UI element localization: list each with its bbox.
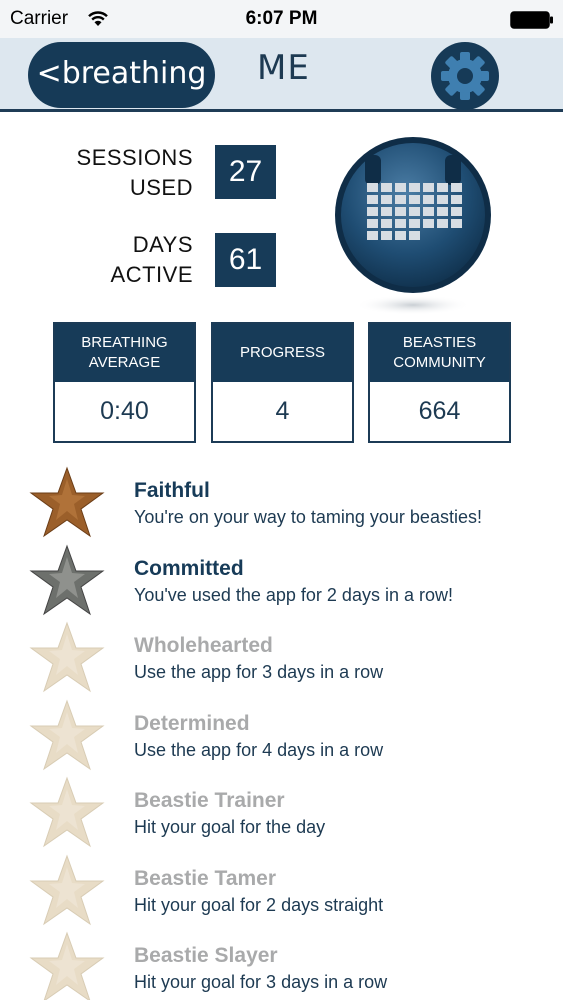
card-header: BREATHING AVERAGE bbox=[55, 324, 194, 382]
breathing-average-value: 0:40 bbox=[100, 397, 149, 425]
achievement-title: Beastie Slayer bbox=[134, 944, 278, 967]
bronze-star-icon bbox=[29, 466, 105, 538]
back-button[interactable]: <breathing bbox=[28, 42, 215, 108]
achievement-item: Beastie Slayer Hit your goal for 3 days i… bbox=[0, 930, 563, 1000]
silver-star-icon bbox=[29, 544, 105, 615]
faded-star-icon bbox=[29, 699, 105, 770]
faded-star-icon bbox=[29, 854, 105, 925]
achievement-description: Hit your goal for the day bbox=[134, 817, 326, 837]
days-active-value: 61 bbox=[215, 233, 276, 287]
sessions-used-label: SESSIONS USED bbox=[60, 143, 193, 203]
calendar-icon[interactable] bbox=[330, 135, 500, 320]
achievement-title: Wholehearted bbox=[134, 634, 273, 657]
days-active-label: DAYS ACTIVE bbox=[60, 230, 193, 290]
sessions-used-value: 27 bbox=[215, 145, 276, 199]
achievement-description: Hit your goal for 3 days in a row bbox=[134, 972, 388, 992]
beasties-community-card: BEASTIES COMMUNITY 664 bbox=[368, 322, 511, 443]
beasties-community-value: 664 bbox=[418, 397, 461, 425]
sessions-label-line-2: USED bbox=[129, 175, 193, 200]
status-time: 6:07 PM bbox=[245, 8, 318, 29]
achievement-description: You're on your way to taming your beasti… bbox=[134, 507, 482, 527]
days-label-line-2: ACTIVE bbox=[110, 262, 193, 287]
faded-star-icon bbox=[29, 776, 105, 848]
card-header-line-1: PROGRESS bbox=[239, 344, 326, 361]
achievement-item: Beastie Trainer Hit your goal for the day bbox=[0, 775, 563, 853]
faded-star-icon bbox=[29, 931, 105, 1000]
achievement-item: Beastie Tamer Hit your goal for 2 days st… bbox=[0, 853, 563, 931]
battery-icon bbox=[510, 11, 553, 29]
status-bar: Carrier 6:07 PM bbox=[0, 0, 563, 38]
faded-star-icon bbox=[29, 621, 105, 693]
days-label-line-1: DAYS bbox=[132, 232, 193, 257]
card-header-line-2: COMMUNITY bbox=[393, 354, 486, 371]
sessions-label-line-1: SESSIONS bbox=[76, 145, 193, 170]
achievement-description: Hit your goal for 2 days straight bbox=[134, 894, 384, 915]
achievement-item: Determined Use the app for 4 days in a ro… bbox=[0, 698, 563, 776]
achievement-item: Faithful You're on your way to taming you… bbox=[0, 465, 563, 543]
progress-value: 4 bbox=[275, 397, 290, 425]
page-title: ME bbox=[257, 48, 310, 88]
achievement-title: Beastie Tamer bbox=[134, 866, 277, 890]
breathing-average-card: BREATHING AVERAGE 0:40 bbox=[53, 322, 196, 443]
achievement-item: Committed You've used the app for 2 days … bbox=[0, 543, 563, 621]
progress-card: PROGRESS 4 bbox=[211, 322, 354, 443]
achievement-description: You've used the app for 2 days in a row! bbox=[134, 584, 453, 605]
achievement-title: Determined bbox=[134, 711, 250, 735]
achievement-description: Use the app for 4 days in a row bbox=[134, 739, 384, 760]
navigation-bar: <breathing ME bbox=[0, 38, 563, 112]
achievement-description: Use the app for 3 days in a row bbox=[134, 662, 384, 682]
card-header-line-1: BEASTIES bbox=[402, 334, 477, 351]
achievement-title: Faithful bbox=[134, 479, 210, 502]
card-header-line-1: BREATHING bbox=[81, 334, 168, 351]
card-header-line-2: AVERAGE bbox=[88, 354, 161, 371]
card-header: PROGRESS bbox=[213, 324, 352, 382]
card-header: BEASTIES COMMUNITY bbox=[370, 324, 509, 382]
achievement-item: Wholehearted Use the app for 3 days in a … bbox=[0, 620, 563, 698]
gear-icon[interactable] bbox=[430, 41, 500, 111]
achievement-title: Beastie Trainer bbox=[134, 789, 285, 812]
achievement-title: Committed bbox=[134, 556, 244, 580]
